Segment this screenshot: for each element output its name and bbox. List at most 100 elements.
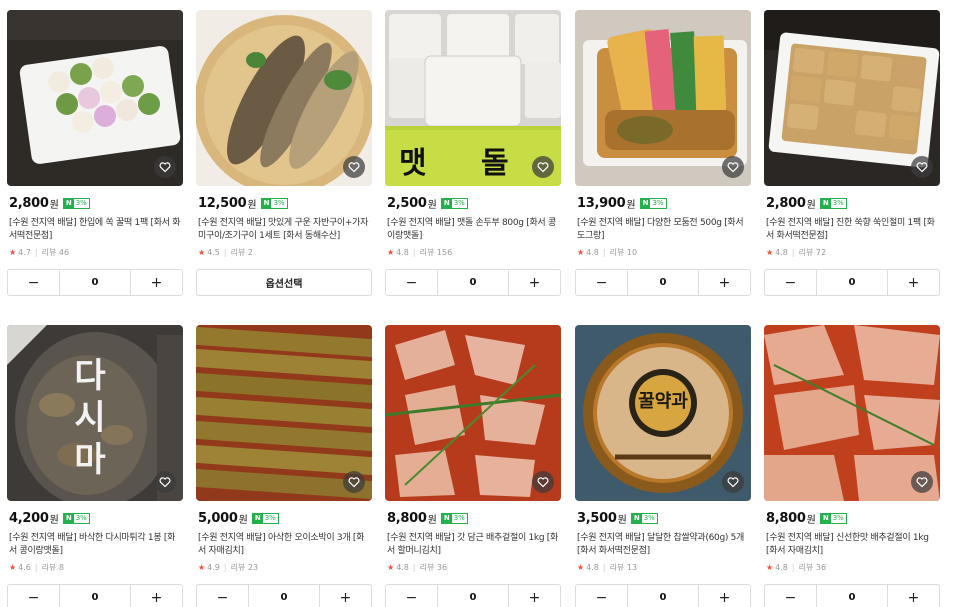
product-image[interactable] [196,325,372,501]
quantity-value[interactable]: 0 [59,585,131,607]
product-image[interactable] [196,10,372,186]
quantity-value[interactable]: 0 [248,585,320,607]
product-image[interactable] [764,325,940,501]
review-prefix: 리뷰 [798,248,814,257]
product-image[interactable] [575,10,751,186]
star-icon: ★ [387,563,395,572]
product-price: 3,500 [577,511,617,526]
rating-value: 4.8 [586,248,599,257]
quantity-stepper: − 0 + [575,269,751,296]
rating-value: 4.8 [396,563,409,572]
divider: | [34,563,38,572]
decrease-button[interactable]: − [8,585,59,607]
price-row: 8,800 원 N 3% [766,511,847,526]
n-pay-badge: N 3% [819,513,847,524]
price-row: 12,500 원 N 3% [198,196,288,211]
badge-n: N [640,199,651,208]
decrease-button[interactable]: − [8,270,59,295]
wishlist-heart-icon[interactable] [154,156,176,178]
rating-value: 4.8 [775,248,788,257]
price-row: 8,800 원 N 3% [387,511,468,526]
quantity-value[interactable]: 0 [437,270,509,295]
wishlist-heart-icon[interactable] [911,471,933,493]
quantity-value[interactable]: 0 [437,585,509,607]
image-package-text: 꿀약과 [638,391,688,412]
increase-button[interactable]: + [699,270,750,295]
product-image[interactable] [385,325,561,501]
n-pay-badge: N 3% [251,513,279,524]
review-count: 36 [815,563,827,572]
badge-percent: 3% [75,199,87,207]
increase-button[interactable]: + [131,585,182,607]
product-price: 12,500 [198,196,247,211]
increase-button[interactable]: + [131,270,182,295]
wishlist-heart-icon[interactable] [722,156,744,178]
product-title[interactable]: [수원 전지역 배달] 바삭한 다시마튀각 1봉 [화서 콩이랑맷돌] [9,532,181,558]
quantity-value[interactable]: 0 [816,585,888,607]
badge-percent: 3% [75,514,87,522]
product-title[interactable]: [수원 전지역 배달] 진한 쑥향 쑥인절미 1팩 [화서 화서떡전문점] [766,217,938,243]
wishlist-heart-icon[interactable] [343,156,365,178]
product-title[interactable]: [수원 전지역 배달] 다양한 모둠전 500g [화서 도그랑] [577,217,749,243]
product-title[interactable]: [수원 전지역 배달] 맷돌 손두부 800g [화서 콩이랑맷돌] [387,217,559,243]
n-pay-badge: N 3% [819,198,847,209]
decrease-button[interactable]: − [386,585,437,607]
product-price: 13,900 [577,196,626,211]
badge-n: N [63,199,74,208]
decrease-button[interactable]: − [576,270,627,295]
product-image[interactable] [7,10,183,186]
rating-value: 4.6 [18,563,31,572]
increase-button[interactable]: + [888,270,939,295]
wishlist-heart-icon[interactable] [343,471,365,493]
decrease-button[interactable]: − [197,585,248,607]
decrease-button[interactable]: − [765,585,816,607]
product-image[interactable]: 꿀약과 [575,325,751,501]
decrease-button[interactable]: − [765,270,816,295]
image-sign-text: 맷 돌 [399,146,531,181]
increase-button[interactable]: + [509,270,560,295]
badge-n: N [441,514,452,523]
n-pay-badge: N 3% [62,513,90,524]
product-image[interactable]: 맷 돌 [385,10,561,186]
divider: | [412,248,416,257]
product-image[interactable] [764,10,940,186]
rating-row: ★ 4.8 | 리뷰 156 [387,247,452,258]
rating-value: 4.5 [207,248,220,257]
select-option-button[interactable]: 옵션선택 [196,269,372,296]
product-title[interactable]: [수원 전지역 배달] 한입에 쏙 꿀떡 1팩 [화서 화서떡전문점] [9,217,181,243]
badge-n: N [252,514,263,523]
product-price: 2,800 [9,196,49,211]
badge-n: N [820,199,831,208]
rating-row: ★ 4.7 | 리뷰 46 [9,247,69,258]
badge-n: N [63,514,74,523]
wishlist-heart-icon[interactable] [722,471,744,493]
quantity-value[interactable]: 0 [627,585,699,607]
product-title[interactable]: [수원 전지역 배달] 신선한맛 배추겉절이 1kg [화서 자매김치] [766,532,938,558]
review-count: 46 [58,248,70,257]
review-count: 72 [815,248,827,257]
product-image[interactable]: 다시마 [7,325,183,501]
wishlist-heart-icon[interactable] [532,156,554,178]
decrease-button[interactable]: − [386,270,437,295]
wishlist-heart-icon[interactable] [154,471,176,493]
increase-button[interactable]: + [699,585,750,607]
review-count: 156 [436,248,453,257]
quantity-value[interactable]: 0 [816,270,888,295]
wishlist-heart-icon[interactable] [532,471,554,493]
product-title[interactable]: [수원 전지역 배달] 아삭한 오이소박이 3개 [화서 자매김치] [198,532,370,558]
quantity-value[interactable]: 0 [627,270,699,295]
star-icon: ★ [9,563,17,572]
product-title[interactable]: [수원 전지역 배달] 달달한 찹쌀약과(60g) 5개 [화서 화서떡전문점] [577,532,749,558]
increase-button[interactable]: + [320,585,371,607]
wishlist-heart-icon[interactable] [911,156,933,178]
decrease-button[interactable]: − [576,585,627,607]
product-title[interactable]: [수원 전지역 배달] 맛있게 구운 자반구이+가자미구이/조기구이 1세트 [… [198,217,370,243]
price-row: 3,500 원 N 3% [577,511,658,526]
star-icon: ★ [198,248,206,257]
increase-button[interactable]: + [509,585,560,607]
review-prefix: 리뷰 [230,563,246,572]
rating-value: 4.7 [18,248,31,257]
quantity-value[interactable]: 0 [59,270,131,295]
increase-button[interactable]: + [888,585,939,607]
product-title[interactable]: [수원 전지역 배달] 갓 담근 배추겉절이 1kg [화서 할머니김치] [387,532,559,558]
